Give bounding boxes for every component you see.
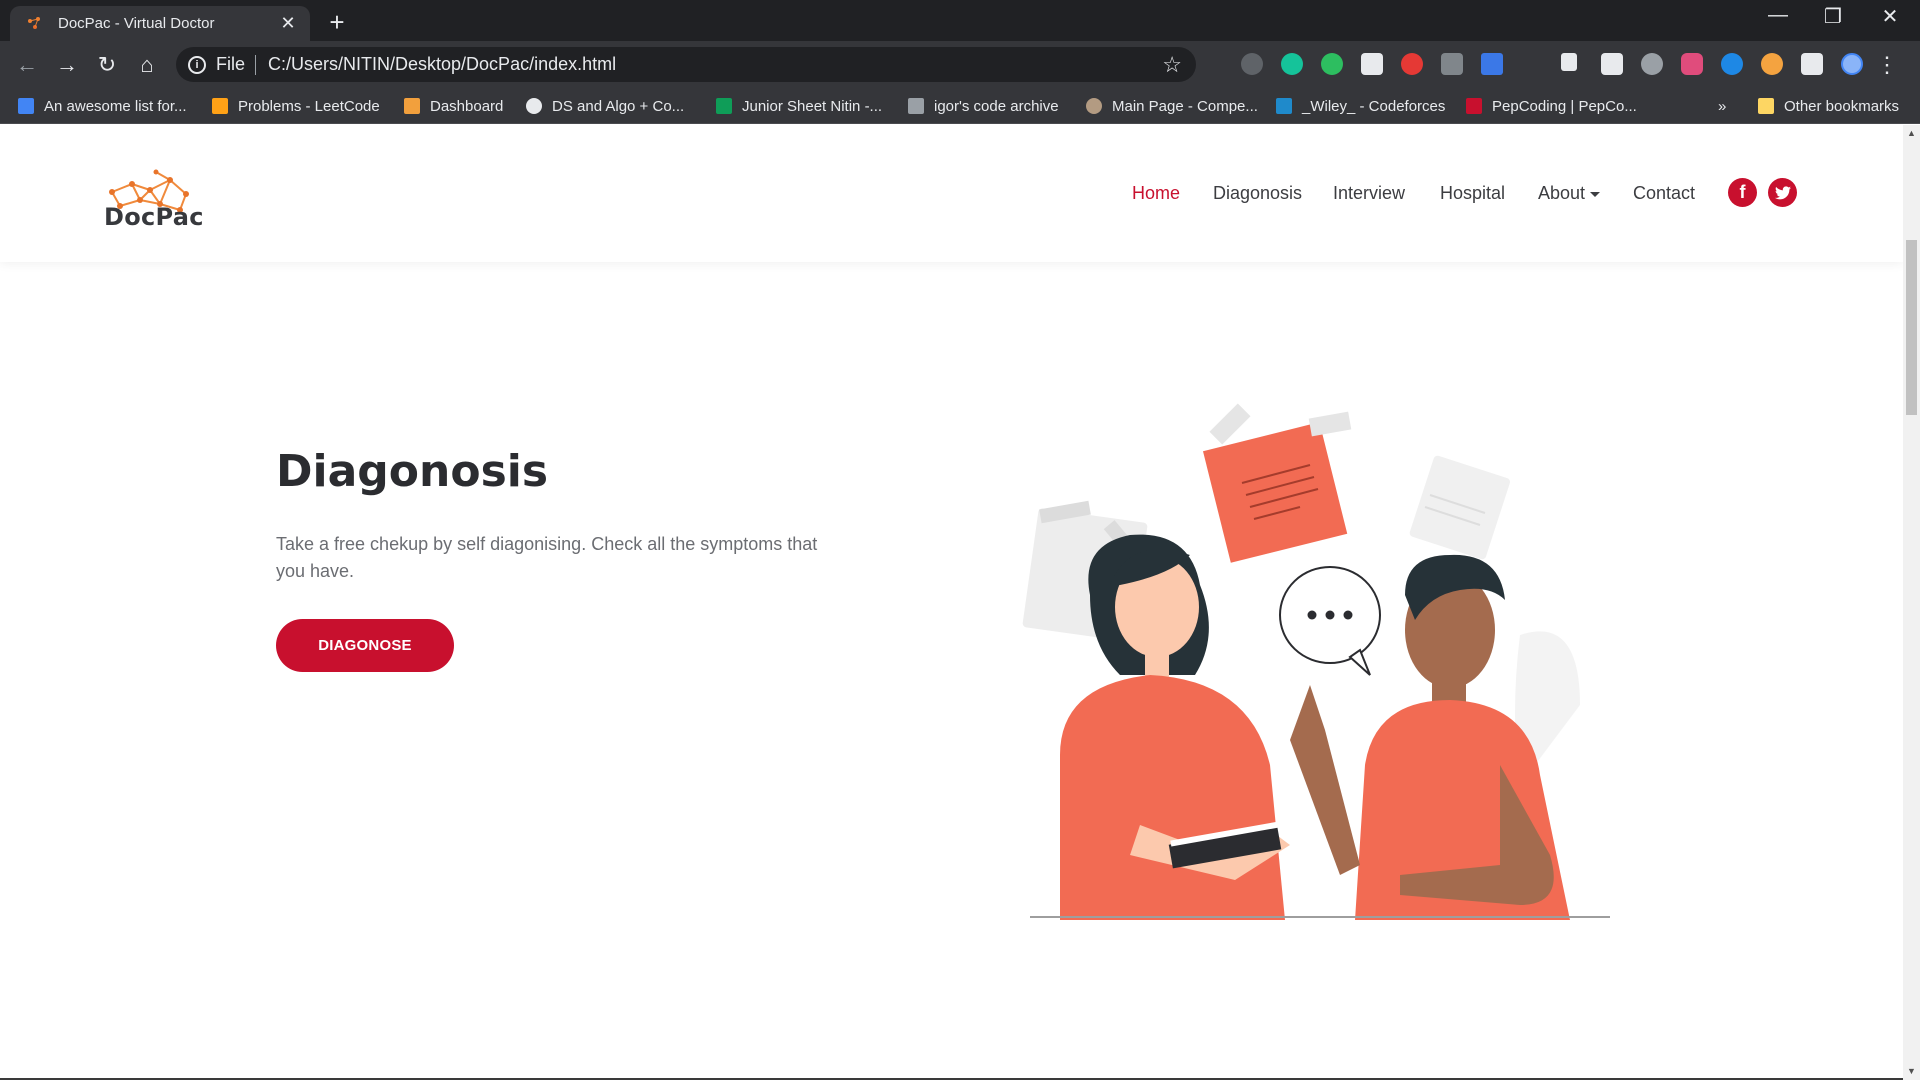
other-bookmarks[interactable]: Other bookmarks <box>1758 96 1899 116</box>
bookmark-item[interactable]: An awesome list for... <box>18 96 187 116</box>
bookmark-bulb-icon <box>526 98 542 114</box>
caret-down-icon <box>1590 191 1601 197</box>
bookmark-star-icon[interactable]: ☆ <box>1162 52 1182 78</box>
bookmarks-overflow-button[interactable]: » <box>1718 96 1726 116</box>
bookmark-item[interactable]: Junior Sheet Nitin -... <box>716 96 882 116</box>
woman-figure <box>1060 534 1290 920</box>
sheets-icon <box>716 98 732 114</box>
nav-about-label: About <box>1538 183 1586 203</box>
bookmarks-bar: An awesome list for... Problems - LeetCo… <box>0 88 1920 124</box>
extension-hand-icon[interactable] <box>1401 53 1423 75</box>
dashboard-icon <box>404 98 420 114</box>
bookmark-item[interactable]: Dashboard <box>404 96 503 116</box>
bookmark-label: _Wiley_ - Codeforces <box>1302 97 1446 115</box>
url-text[interactable]: C:/Users/NITIN/Desktop/DocPac/index.html <box>268 54 1162 75</box>
codeforces-icon <box>1276 98 1292 114</box>
page-scrollbar[interactable]: ▲ ▼ <box>1903 125 1920 1080</box>
page-viewport: DocPac Home Diagonosis Interview Hospita… <box>0 125 1903 1080</box>
extension-k-icon[interactable] <box>1641 53 1663 75</box>
evernote-icon[interactable] <box>1321 53 1343 75</box>
leetcode-icon <box>212 98 228 114</box>
bookmark-item[interactable]: igor's code archive <box>908 96 1059 116</box>
back-button[interactable]: ← <box>11 49 43 81</box>
consultation-illustration <box>1022 403 1610 920</box>
nav-interview[interactable]: Interview <box>1333 183 1405 204</box>
site-header: DocPac Home Diagonosis Interview Hospita… <box>0 125 1903 262</box>
browser-toolbar: ← → ↻ ⌂ i File C:/Users/NITIN/Desktop/Do… <box>0 41 1920 88</box>
extension-cursor-icon[interactable] <box>1561 53 1577 71</box>
hero-description: Take a free chekup by self diagonising. … <box>276 534 818 581</box>
sticky-note-icon <box>1202 403 1352 563</box>
speech-bubble-icon <box>1279 566 1381 676</box>
facebook-icon[interactable]: f <box>1728 178 1757 207</box>
forward-button[interactable]: → <box>51 49 83 81</box>
nav-home[interactable]: Home <box>1132 183 1180 204</box>
browser-tab-strip: DocPac - Virtual Doctor ✕ + — ❐ ✕ <box>0 0 1920 41</box>
nav-diagonosis[interactable]: Diagonosis <box>1213 183 1302 204</box>
menu-kebab-icon[interactable]: ⋮ <box>1876 49 1898 81</box>
folder-icon <box>1758 98 1774 114</box>
twitter-icon[interactable] <box>1768 178 1797 207</box>
extension-cat-icon[interactable] <box>1361 53 1383 75</box>
browser-tab[interactable]: DocPac - Virtual Doctor ✕ <box>10 6 310 41</box>
bookmark-label: Junior Sheet Nitin -... <box>742 97 883 115</box>
paper-right-icon <box>1409 455 1510 560</box>
scroll-up-icon[interactable]: ▲ <box>1903 125 1920 142</box>
bookmark-label: Main Page - Compe... <box>1112 97 1258 115</box>
docpac-favicon-icon <box>28 16 40 29</box>
bookmark-dots-icon <box>908 98 924 114</box>
bookmark-label: Problems - LeetCode <box>238 97 380 115</box>
bookmark-chart-icon <box>18 98 34 114</box>
nav-hospital[interactable]: Hospital <box>1440 183 1505 204</box>
extension-bulb-icon[interactable] <box>1241 53 1263 75</box>
extension-square-icon[interactable] <box>1681 53 1703 75</box>
close-window-button[interactable]: ✕ <box>1870 4 1910 29</box>
grammarly-icon[interactable] <box>1281 53 1303 75</box>
omnibox-divider <box>255 54 257 75</box>
reload-button[interactable]: ↻ <box>91 49 123 81</box>
bookmark-item[interactable]: Problems - LeetCode <box>212 96 380 116</box>
bookmark-item[interactable]: DS and Algo + Co... <box>526 96 684 116</box>
bookmark-item[interactable]: _Wiley_ - Codeforces <box>1276 96 1445 116</box>
hero-title: Diagonosis <box>276 446 549 497</box>
nav-about-dropdown[interactable]: About <box>1538 183 1601 204</box>
extension-leaf-icon[interactable] <box>1721 53 1743 75</box>
extension-clipboard-icon[interactable] <box>1441 53 1463 75</box>
tab-close-icon[interactable]: ✕ <box>278 13 298 34</box>
extension-grid-icon[interactable] <box>1601 53 1623 75</box>
bookmark-label: PepCoding | PepCo... <box>1492 97 1637 115</box>
twitter-bird-icon <box>1774 185 1791 199</box>
extension-mushroom-icon[interactable] <box>1761 53 1783 75</box>
minimize-button[interactable]: — <box>1758 4 1798 27</box>
bookmark-label: DS and Algo + Co... <box>552 97 685 115</box>
bookmark-label: igor's code archive <box>934 97 1059 115</box>
profile-avatar[interactable] <box>1841 53 1863 75</box>
file-label: File <box>216 54 246 74</box>
restore-button[interactable]: ❐ <box>1813 4 1853 29</box>
pepcoding-icon <box>1466 98 1482 114</box>
nav-contact[interactable]: Contact <box>1633 183 1695 204</box>
address-bar[interactable]: i File C:/Users/NITIN/Desktop/DocPac/ind… <box>176 47 1196 82</box>
extension-pen-icon[interactable] <box>1481 53 1503 75</box>
bookmark-item[interactable]: Main Page - Compe... <box>1086 96 1258 116</box>
home-button[interactable]: ⌂ <box>131 49 163 81</box>
scrollbar-thumb[interactable] <box>1906 240 1917 415</box>
bookmark-label: Dashboard <box>430 97 504 115</box>
bookmark-label: An awesome list for... <box>44 97 187 115</box>
site-info-icon[interactable]: i <box>188 55 206 74</box>
diagonose-button[interactable]: DIAGONOSE <box>276 619 454 672</box>
extensions-puzzle-icon[interactable] <box>1801 53 1823 75</box>
bookmark-avatar-icon <box>1086 98 1102 114</box>
bookmark-item[interactable]: PepCoding | PepCo... <box>1466 96 1637 116</box>
tab-title: DocPac - Virtual Doctor <box>58 15 215 32</box>
new-tab-button[interactable]: + <box>322 7 352 38</box>
other-bookmarks-label: Other bookmarks <box>1784 97 1900 115</box>
logo-text[interactable]: DocPac <box>104 203 204 231</box>
scroll-down-icon[interactable]: ▼ <box>1903 1063 1920 1080</box>
